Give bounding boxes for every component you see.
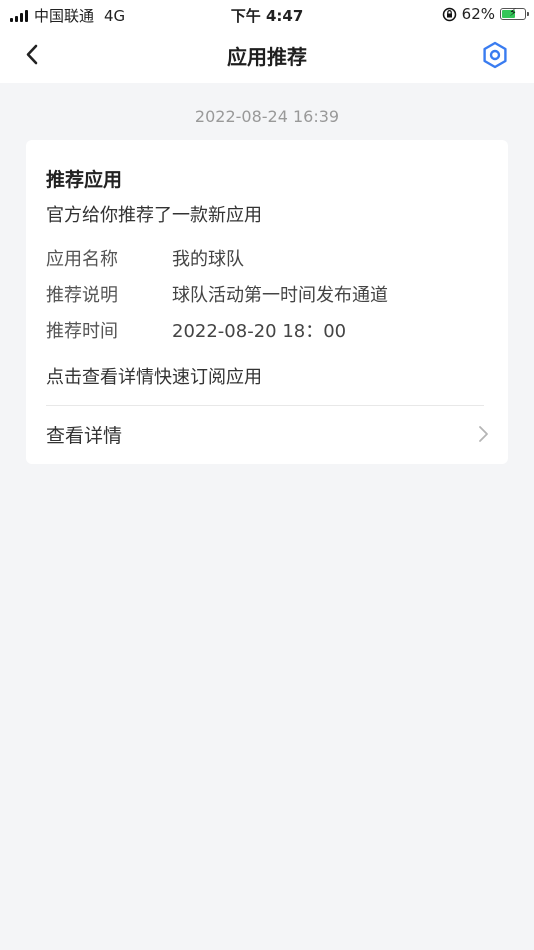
battery-percent: 62% [461, 5, 495, 23]
status-bar: 中国联通 4G 下午 4:47 62% ⚡ [0, 0, 534, 28]
charging-bolt-icon: ⚡ [509, 6, 517, 19]
card-subtitle: 官方给你推荐了一款新应用 [46, 205, 262, 226]
message-timestamp: 2022-08-24 16:39 [194, 107, 340, 126]
card-title: 推荐应用 [46, 169, 123, 191]
detail-value: 2022-08-20 18：00 [172, 321, 347, 342]
detail-row-time: 推荐时间 2022-08-20 18：00 [46, 317, 346, 343]
status-bar-right: 62% ⚡ [442, 5, 529, 23]
detail-label: 推荐说明 [46, 285, 118, 306]
detail-row-description: 推荐说明 球队活动第一时间发布通道 [46, 281, 388, 307]
battery-icon: ⚡ [500, 6, 529, 20]
hexagon-settings-icon [483, 41, 507, 69]
page-title: 应用推荐 [227, 45, 307, 69]
nav-bar: 应用推荐 [0, 28, 534, 83]
view-details-label: 查看详情 [46, 425, 123, 447]
orientation-lock-icon [442, 7, 456, 21]
recommendation-card: 推荐应用 官方给你推荐了一款新应用 应用名称 我的球队 推荐说明 球队活动第一时间发… [26, 140, 508, 464]
detail-value: 球队活动第一时间发布通道 [172, 285, 388, 306]
settings-button[interactable] [480, 40, 510, 70]
detail-label: 推荐时间 [46, 321, 118, 342]
card-hint: 点击查看详情快速订阅应用 [46, 367, 262, 388]
chevron-right-icon [479, 426, 488, 442]
detail-value: 我的球队 [172, 249, 244, 270]
detail-label: 应用名称 [46, 249, 118, 270]
detail-row-app-name: 应用名称 我的球队 [46, 245, 244, 271]
view-details-button[interactable]: 查看详情 [26, 406, 508, 464]
battery-cap [527, 12, 529, 16]
